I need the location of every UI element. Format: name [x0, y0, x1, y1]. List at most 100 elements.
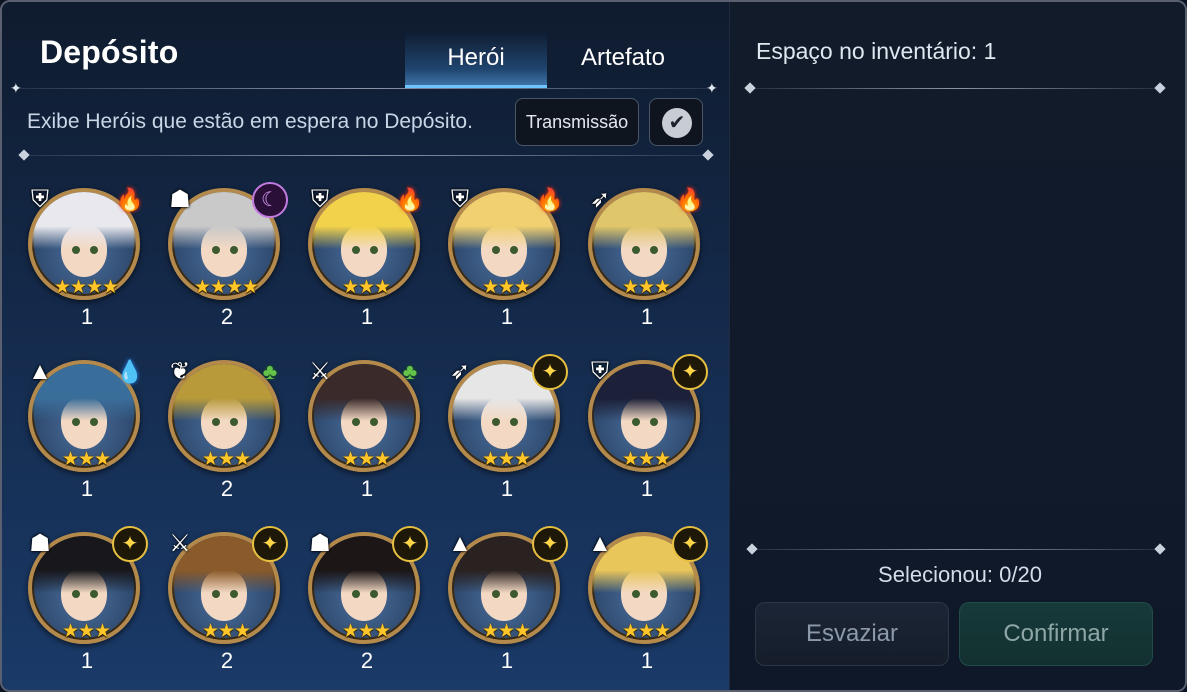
knight-shield-icon: ⛨	[311, 186, 329, 213]
fire-element-icon: 🔥	[676, 187, 704, 212]
hero-card[interactable]: ☗ ✦ ★★★ 1	[20, 522, 150, 682]
hero-count: 2	[220, 304, 234, 329]
inventory-space-label: Espaço no inventário: 1	[756, 38, 997, 64]
sparkle-icon: ✦	[10, 80, 22, 96]
check-circle-icon: ✔	[662, 108, 692, 138]
light-element-icon: ✦	[532, 526, 568, 562]
star-rating: ★★★	[341, 449, 391, 470]
star-rating: ★★★	[201, 449, 251, 470]
hero-card[interactable]: ⛨ 🔥 ★★★★ 1	[20, 178, 150, 338]
hero-card[interactable]: ➶ ✦ ★★★ 1	[440, 350, 570, 510]
ranger-bow-icon: ➶	[449, 358, 471, 385]
star-rating: ★★★★	[53, 277, 119, 298]
hero-eye	[351, 246, 360, 255]
storage-window: Depósito Herói Artefato ✦ ✦ Exibe Heróis…	[0, 0, 1187, 692]
hero-count: 2	[220, 648, 234, 673]
ranger-bow-icon: ➶	[589, 186, 611, 213]
star-rating: ★★★	[481, 277, 531, 298]
hero-card[interactable]: ▲ ✦ ★★★ 1	[580, 522, 710, 682]
hero-card[interactable]: ⛨ ✦ ★★★ 1	[580, 350, 710, 510]
transmit-filter-button[interactable]: Transmissão	[515, 98, 639, 146]
hero-card[interactable]: ⛨ 🔥 ★★★ 1	[300, 178, 430, 338]
hero-eye	[211, 246, 220, 255]
hero-card[interactable]: ⚔ ♣ ★★★ 1	[300, 350, 430, 510]
star-rating: ★★★	[621, 277, 671, 298]
warrior-sword-icon: ⚔	[169, 530, 191, 557]
star-rating: ★★★★	[193, 277, 259, 298]
divider-diamond	[1154, 82, 1166, 94]
hero-card[interactable]: ☗ ☾ ★★★★ 2	[160, 178, 290, 338]
hero-eye	[71, 418, 80, 427]
hero-count: 1	[640, 476, 654, 501]
fire-element-icon: 🔥	[536, 187, 564, 212]
hero-count: 1	[500, 304, 514, 329]
hero-count: 2	[220, 476, 234, 501]
hero-eye	[211, 590, 220, 599]
hero-card[interactable]: ▲ 💧 ★★★ 1	[20, 350, 150, 510]
star-rating: ★★★	[61, 621, 111, 642]
light-element-icon: ✦	[672, 354, 708, 390]
star-rating: ★★★	[621, 621, 671, 642]
fire-element-icon: 🔥	[396, 187, 424, 212]
tab-hero[interactable]: Herói	[405, 32, 547, 88]
warrior-sword-icon: ⚔	[309, 358, 331, 385]
star-rating: ★★★	[481, 621, 531, 642]
star-rating: ★★★	[481, 449, 531, 470]
filter-description: Exibe Heróis que estão em espera no Depó…	[27, 110, 473, 133]
star-rating: ★★★	[61, 449, 111, 470]
earth-element-icon: ♣	[262, 359, 278, 384]
hero-count: 1	[80, 304, 94, 329]
hero-card[interactable]: ❦ ♣ ★★★ 2	[160, 350, 290, 510]
knight-shield-icon: ⛨	[591, 358, 609, 385]
hero-card[interactable]: ➶ 🔥 ★★★ 1	[580, 178, 710, 338]
light-element-icon: ✦	[392, 526, 428, 562]
hero-eye	[351, 590, 360, 599]
select-all-toggle[interactable]: ✔	[649, 98, 703, 146]
hero-eye	[631, 418, 640, 427]
tab-artifact[interactable]: Artefato	[554, 32, 692, 88]
hero-list-panel: Depósito Herói Artefato ✦ ✦ Exibe Heróis…	[2, 2, 729, 690]
knight-shield-icon: ⛨	[451, 186, 469, 213]
thief-hood-icon: ☗	[169, 186, 191, 213]
thief-hood-icon: ☗	[309, 530, 331, 557]
hero-count: 1	[360, 476, 374, 501]
light-element-icon: ✦	[252, 526, 288, 562]
light-element-icon: ✦	[672, 526, 708, 562]
hero-count: 1	[640, 304, 654, 329]
mage-hat-icon: ▲	[588, 530, 612, 557]
confirm-button[interactable]: Confirmar	[959, 602, 1153, 666]
hero-card[interactable]: ⛨ 🔥 ★★★ 1	[440, 178, 570, 338]
hero-eye	[491, 590, 500, 599]
star-rating: ★★★	[341, 277, 391, 298]
star-rating: ★★★	[621, 449, 671, 470]
soul-weaver-icon: ❦	[169, 358, 191, 385]
hero-card[interactable]: ▲ ✦ ★★★ 1	[440, 522, 570, 682]
star-rating: ★★★	[341, 621, 391, 642]
header-divider	[16, 88, 716, 89]
divider-diamond	[18, 149, 30, 161]
hero-card[interactable]: ⚔ ✦ ★★★ 2	[160, 522, 290, 682]
hero-eye	[211, 418, 220, 427]
filter-divider	[24, 155, 708, 156]
thief-hood-icon: ☗	[29, 530, 51, 557]
empty-button[interactable]: Esvaziar	[755, 602, 949, 666]
divider-diamond	[744, 82, 756, 94]
hero-count: 1	[500, 476, 514, 501]
knight-shield-icon: ⛨	[31, 186, 49, 213]
divider-diamond	[746, 543, 758, 555]
divider-diamond	[702, 149, 714, 161]
star-rating: ★★★	[201, 621, 251, 642]
ice-element-icon: 💧	[116, 359, 144, 384]
sparkle-icon: ✦	[706, 80, 718, 96]
hero-count: 1	[500, 648, 514, 673]
hero-count: 1	[80, 476, 94, 501]
hero-card[interactable]: ☗ ✦ ★★★ 2	[300, 522, 430, 682]
inventory-panel: Espaço no inventário: 1 Selecionou: 0/20…	[729, 2, 1185, 690]
inventory-divider-top	[750, 88, 1160, 89]
hero-eye	[631, 246, 640, 255]
hero-eye	[71, 590, 80, 599]
mage-hat-icon: ▲	[28, 358, 52, 385]
hero-count: 2	[360, 648, 374, 673]
hero-eye	[491, 418, 500, 427]
hero-eye	[631, 590, 640, 599]
